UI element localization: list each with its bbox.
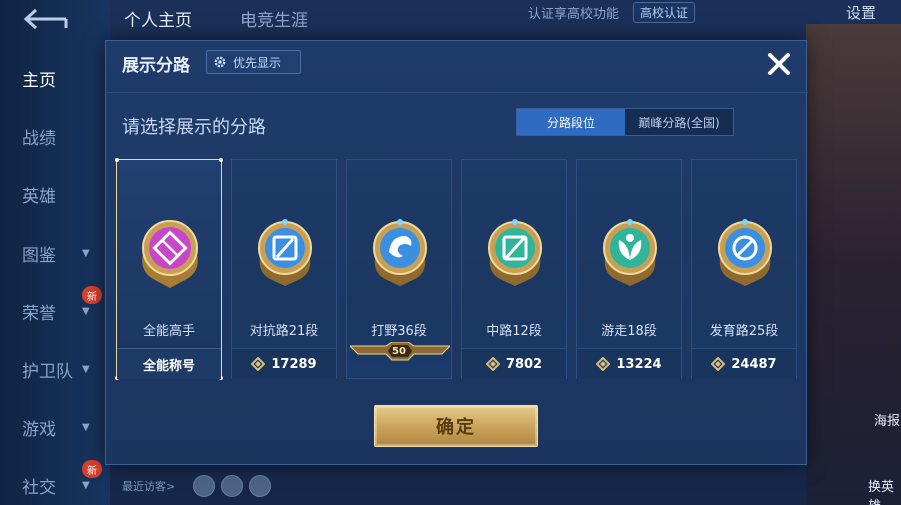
top-bar: 认证享高校功能 高校认证 [520,0,901,24]
priority-display-button[interactable]: 优先显示 [206,50,301,74]
lane-score: 7802 [505,356,543,372]
staff-icon [488,219,542,286]
avatar[interactable] [193,475,215,497]
all-round-title: 全能称号 [142,358,195,374]
lane-card-clash[interactable]: 对抗路21段 17289 [231,159,337,379]
recent-visitors-link[interactable]: 最近访客> [122,478,175,494]
change-hero-label[interactable]: 换英雄 [868,476,901,505]
nav-item-heroes[interactable]: 英雄 [0,179,100,209]
background-scenery [806,24,901,505]
gear-icon [214,56,226,68]
nav-item-guard[interactable]: 护卫队 ▼ [0,354,100,384]
sword-icon [258,219,312,286]
tab-profile[interactable]: 个人主页 [124,6,192,31]
avatar[interactable] [249,475,271,497]
new-badge: 新 [82,286,102,304]
nav-item-codex[interactable]: 图鉴 ▼ [0,238,100,268]
target-icon [718,219,772,286]
chevron-down-icon: ▼ [82,479,90,491]
lane-footer: 13224 [577,348,681,379]
tab-lane-rank[interactable]: 分路段位 [517,109,625,135]
confirm-button[interactable]: 确定 [374,405,538,447]
nav-item-records[interactable]: 战绩 [0,121,100,151]
poster-label[interactable]: 海报 [874,410,900,429]
lane-score: 17289 [271,356,317,372]
score-icon [596,357,611,371]
nav-item-home[interactable]: 主页 [0,63,100,93]
score-icon [251,357,266,371]
lane-name: 游走18段 [601,324,657,339]
lane-footer: 7802 [462,348,566,379]
leaf-icon [603,219,657,286]
campus-auth-button[interactable]: 高校认证 [633,1,696,23]
lane-name: 对抗路21段 [249,324,319,339]
close-button[interactable] [762,47,796,81]
lane-type-toggle: 分路段位 巅峰分路(全国) [516,108,734,136]
modal-subtitle: 请选择展示的分路 [122,117,266,138]
lane-name: 中路12段 [486,324,542,339]
chevron-down-icon: ▼ [82,363,90,375]
nav-item-games[interactable]: 游戏 ▼ [0,412,100,442]
lane-card-all-round[interactable]: 全能高手 全能称号 [115,158,223,380]
lane-footer: 24487 [692,348,796,379]
lane-card-mid[interactable]: 中路12段 7802 [461,159,567,379]
back-arrow-icon[interactable] [22,6,72,32]
lane-score: 13224 [616,356,662,372]
close-icon [768,53,790,75]
lane-name: 打野36段 [371,324,427,339]
campus-hint: 认证享高校功能 [528,6,620,22]
lane-score: 24487 [731,356,777,372]
chevron-down-icon: ▼ [82,247,90,259]
tab-peak-lane[interactable]: 巅峰分路(全国) [625,109,733,135]
lane-card-farm[interactable]: 发育路25段 24487 [691,159,797,379]
chevron-down-icon: ▼ [82,305,90,317]
lane-card-jungle[interactable]: 打野36段 50 [346,159,452,379]
all-round-icon [142,220,198,288]
modal-header: 展示分路 优先显示 [106,41,808,93]
lane-card-list: 全能高手 全能称号 对抗路21段 17289 打野36段 50 中路12段 78… [115,158,800,380]
lane-display-modal: 展示分路 优先显示 请选择展示的分路 分路段位 巅峰分路(全国) 全能高手 全能… [105,40,808,465]
lane-name: 发育路25段 [709,324,779,339]
level-badge: 50 [392,346,406,357]
lane-footer: 全能称号 [117,348,221,379]
settings-button[interactable]: 设置 [846,2,876,23]
tab-career[interactable]: 电竞生涯 [240,6,308,31]
score-icon [711,357,726,371]
score-icon [485,357,500,371]
new-badge: 新 [82,460,102,478]
priority-display-label: 优先显示 [233,55,282,70]
modal-title: 展示分路 [122,56,190,76]
lane-card-roam[interactable]: 游走18段 13224 [576,159,682,379]
avatar[interactable] [221,475,243,497]
dragon-icon [373,219,427,286]
left-nav: 主页 战绩 英雄 图鉴 ▼ 荣誉 ▼ 新 护卫队 ▼ 游戏 ▼ 社交 ▼ 新 [0,0,110,505]
chevron-down-icon: ▼ [82,421,90,433]
lane-name: 全能高手 [142,324,195,339]
lane-footer: 17289 [232,348,336,379]
